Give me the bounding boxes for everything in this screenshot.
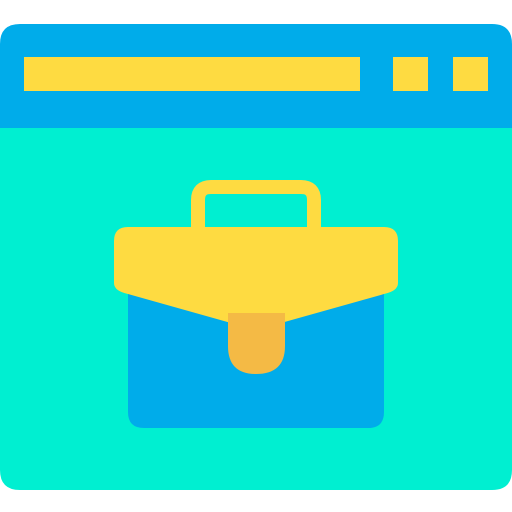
browser-briefcase-icon	[0, 24, 512, 490]
briefcase-clasp	[228, 313, 285, 374]
window-button-close	[453, 57, 488, 91]
icon-canvas	[0, 0, 512, 512]
window-button-minimize	[393, 57, 428, 91]
address-bar	[24, 57, 360, 91]
